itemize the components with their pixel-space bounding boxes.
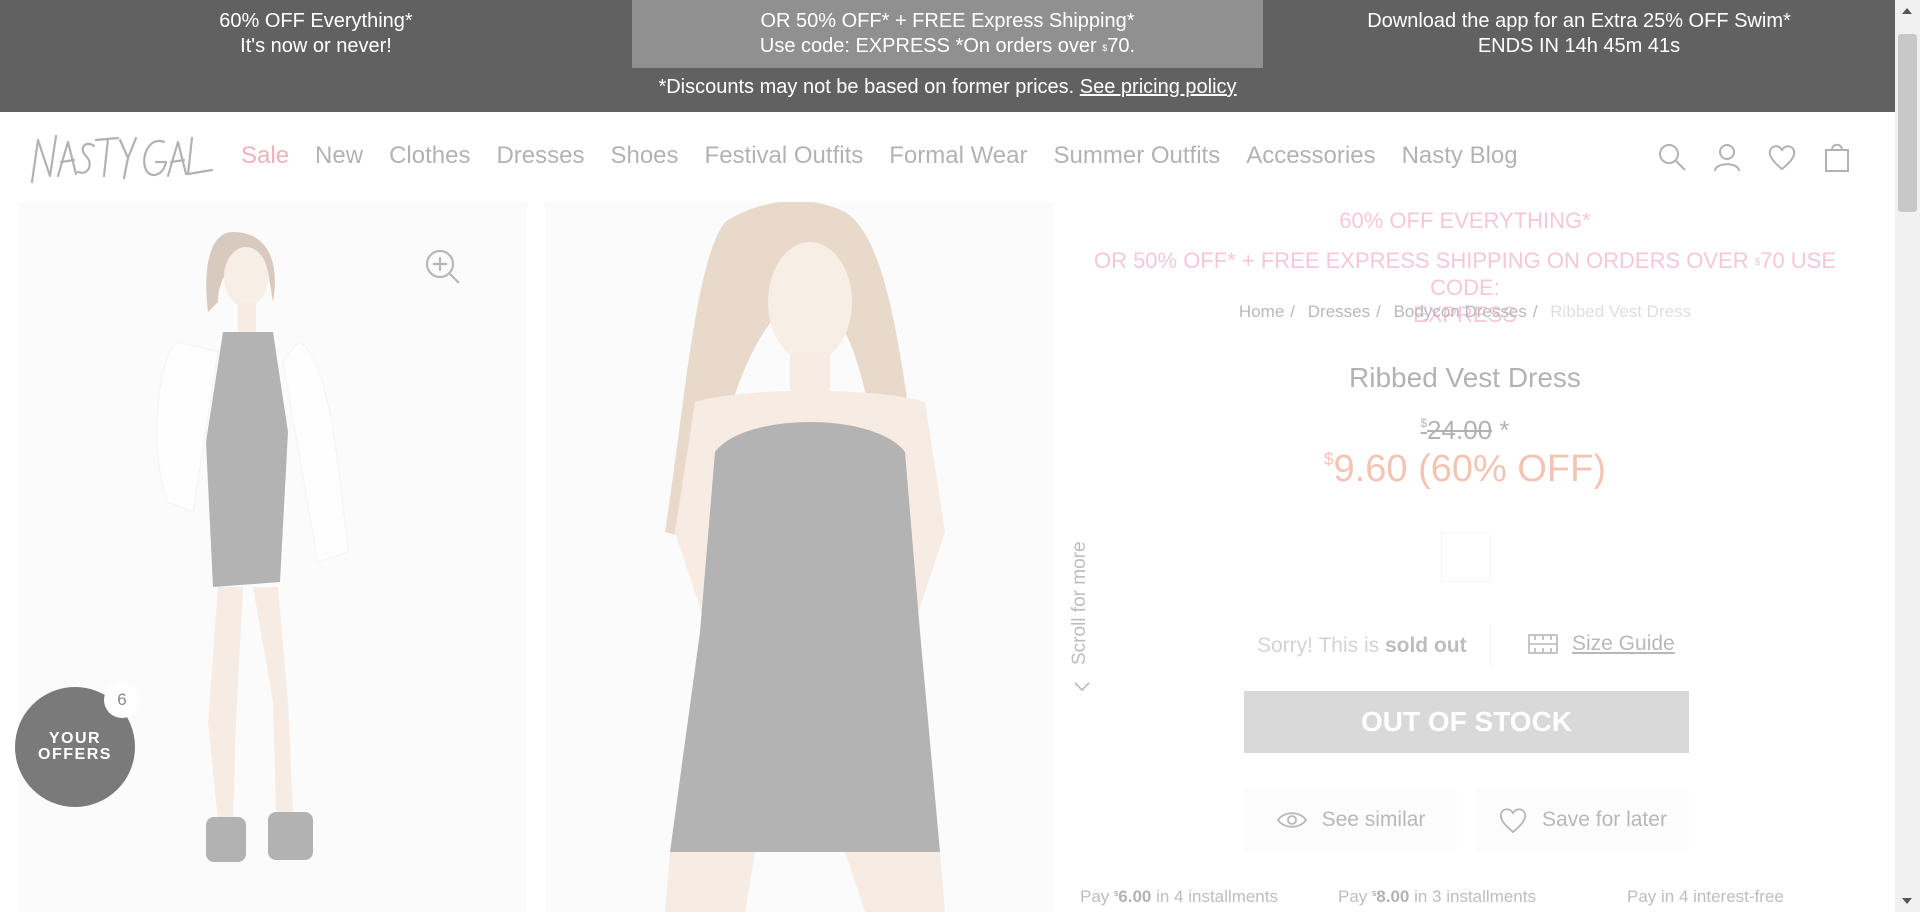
original-price: $24.00 * [1070, 415, 1860, 446]
page-scrollbar[interactable] [1895, 0, 1920, 912]
promo-countdown: ENDS IN 14h 45m 41s [1477, 35, 1681, 57]
scroll-down-arrow[interactable] [1902, 898, 1912, 904]
original-price-asterisk: * [1492, 415, 1510, 445]
pricing-disclaimer-text: *Discounts may not be based on former pr… [658, 76, 1075, 98]
zoom-in-icon[interactable] [424, 248, 462, 286]
nav-shoes[interactable]: Shoes [610, 142, 678, 170]
account-icon[interactable] [1709, 139, 1745, 175]
pricing-policy-link[interactable]: See pricing policy [1080, 76, 1237, 98]
original-price-value: 24.00 [1427, 415, 1493, 445]
currency-symbol: $ [1114, 889, 1119, 898]
site-header: Sale New Clothes Dresses Shoes Festival … [0, 112, 1895, 202]
installment-option-4[interactable]: Pay $6.00 in 4 installments [1080, 887, 1278, 907]
breadcrumb-separator: / [1532, 302, 1538, 321]
original-price-amount: $24.00 [1421, 415, 1493, 445]
promo-cell-sale[interactable]: 60% OFF Everything* It's now or never! [0, 0, 632, 68]
installment-amount: 6.00 [1118, 887, 1152, 906]
promo-cell-app-line1: Download the app for an Extra 25% OFF Sw… [1367, 10, 1791, 32]
installment-option-interest-free[interactable]: Pay in 4 interest-free [1627, 887, 1784, 907]
sold-out-bold: sold out [1384, 634, 1467, 657]
breadcrumb-dresses[interactable]: Dresses [1308, 302, 1370, 321]
breadcrumb-separator: / [1376, 302, 1381, 321]
currency-symbol: $ [1754, 257, 1761, 268]
currency-symbol: $ [1324, 450, 1334, 469]
your-offers-line2: OFFERS [38, 746, 112, 763]
currency-symbol: $ [1420, 417, 1428, 430]
nav-festival-outfits[interactable]: Festival Outfits [705, 142, 864, 170]
nav-nasty-blog[interactable]: Nasty Blog [1402, 142, 1518, 170]
sold-out-text: Sorry! This is [1257, 634, 1385, 657]
scroll-for-more: Scroll for more [1069, 520, 1095, 700]
main-nav: Sale New Clothes Dresses Shoes Festival … [241, 142, 1544, 170]
promo-cell-express-text: Use code: EXPRESS *On orders over [759, 35, 1103, 57]
promo-cell-express[interactable]: OR 50% OFF* + FREE Express Shipping* Use… [632, 0, 1263, 68]
shopping-bag-icon[interactable] [1819, 139, 1855, 175]
breadcrumb-current: Ribbed Vest Dress [1550, 302, 1692, 321]
installment-amount: 8.00 [1376, 887, 1410, 906]
save-for-later-button[interactable]: Save for later [1476, 789, 1689, 851]
your-offers-line1: YOUR [48, 730, 102, 747]
promo-cell-express-line2: Use code: EXPRESS *On orders over $70. [760, 34, 1135, 59]
product-image-1[interactable] [18, 202, 527, 912]
promo-cell-sale-line1: 60% OFF Everything* [219, 10, 413, 32]
sale-price: $9.60 (60% OFF) [1070, 448, 1860, 491]
offers-count-badge: 6 [104, 682, 140, 718]
nav-summer-outfits[interactable]: Summer Outfits [1054, 142, 1221, 170]
breadcrumb: Home / Dresses / Bodycon Dresses / Ribbed V… [1070, 302, 1860, 322]
promo-cell-express-line1: OR 50% OFF* + FREE Express Shipping* [760, 10, 1135, 32]
model-photo-front [18, 202, 527, 912]
color-swatch[interactable] [1441, 532, 1491, 582]
currency-symbol: $ [1372, 889, 1377, 898]
pricing-disclaimer: *Discounts may not be based on former pr… [0, 76, 1895, 99]
nav-formal-wear[interactable]: Formal Wear [889, 142, 1027, 170]
header-icons [1654, 139, 1874, 175]
promo-subline-text: OR 50% OFF* + FREE EXPRESS SHIPPING ON O… [1093, 248, 1755, 273]
promo-banner: 60% OFF Everything* It's now or never! O… [0, 0, 1895, 112]
promo-cell-app[interactable]: Download the app for an Extra 25% OFF Sw… [1263, 0, 1895, 68]
size-guide-label: Size Guide [1572, 632, 1675, 655]
promo-cell-sale-line2: It's now or never! [240, 35, 392, 57]
breadcrumb-bodycon-dresses[interactable]: Bodycon Dresses [1394, 302, 1527, 321]
nav-new[interactable]: New [315, 142, 363, 170]
save-for-later-label: Save for later [1542, 808, 1667, 831]
scrollbar-thumb[interactable] [1898, 34, 1917, 212]
search-icon[interactable] [1654, 139, 1690, 175]
out-of-stock-button[interactable]: OUT OF STOCK [1244, 691, 1689, 753]
chevron-down-icon [1074, 682, 1090, 692]
breadcrumb-home[interactable]: Home [1239, 302, 1284, 321]
heart-icon [1499, 808, 1527, 834]
nasty-gal-logo[interactable] [28, 126, 214, 190]
nav-sale[interactable]: Sale [241, 142, 289, 170]
scroll-up-arrow[interactable] [1902, 8, 1912, 14]
see-similar-label: See similar [1321, 808, 1426, 831]
sold-out-message: Sorry! This is sold out [1257, 634, 1467, 658]
ruler-icon [1528, 634, 1558, 654]
eye-icon [1276, 812, 1307, 828]
promo-headline: 60% OFF EVERYTHING* [1339, 208, 1591, 233]
currency-symbol: $ [1102, 43, 1108, 53]
nav-dresses[interactable]: Dresses [496, 142, 584, 170]
promo-cell-express-amount: 70. [1107, 35, 1136, 57]
wishlist-heart-icon[interactable] [1764, 139, 1800, 175]
scroll-for-more-label: Scroll for more [1069, 541, 1090, 665]
sale-price-value: 9.60 (60% OFF) [1333, 448, 1606, 490]
model-photo-closeup [545, 202, 1054, 912]
nav-clothes[interactable]: Clothes [389, 142, 470, 170]
product-image-2[interactable] [545, 202, 1054, 912]
size-guide-link[interactable]: Size Guide [1528, 632, 1675, 656]
installment-text: Pay [1338, 887, 1373, 906]
see-similar-button[interactable]: See similar [1244, 789, 1457, 851]
installment-option-3[interactable]: Pay $8.00 in 3 installments [1338, 887, 1536, 907]
breadcrumb-separator: / [1290, 302, 1296, 321]
nav-accessories[interactable]: Accessories [1246, 142, 1375, 170]
divider [1490, 624, 1491, 668]
installment-text: Pay [1080, 887, 1115, 906]
installment-text: in 3 installments [1409, 887, 1536, 906]
product-title: Ribbed Vest Dress [1349, 362, 1581, 393]
installment-text: in 4 installments [1151, 887, 1278, 906]
